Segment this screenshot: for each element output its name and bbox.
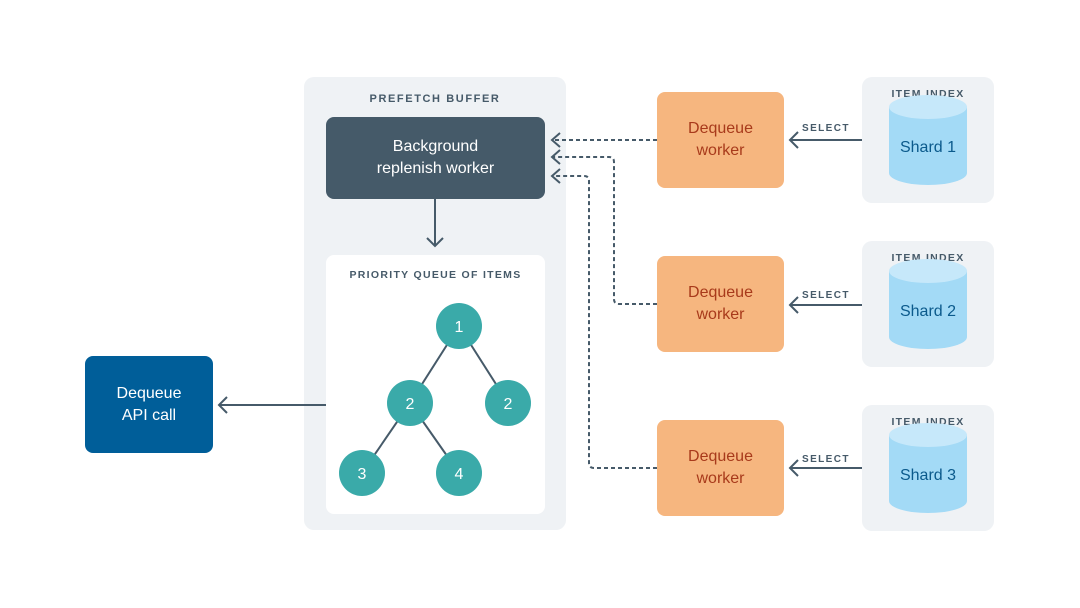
dequeue-worker-label: Dequeue worker [688, 448, 753, 487]
dequeue-worker-label: Dequeue worker [688, 284, 753, 323]
select-edge-label: SELECT [802, 454, 850, 465]
arrow-head-icon [788, 296, 799, 314]
worker-3-dashed-link [553, 175, 657, 469]
dequeue-worker-1: Dequeue worker [657, 92, 784, 188]
arrow-head-icon [217, 396, 228, 414]
background-replenish-worker-label: Background replenish worker [376, 138, 495, 177]
worker-2-dashed-link [553, 156, 657, 305]
priority-queue-title: PRIORITY QUEUE OF ITEMS [349, 269, 522, 281]
item-index-title: ITEM INDEX [891, 88, 965, 100]
priority-queue-card [326, 255, 545, 514]
dequeue-worker-3: Dequeue worker [657, 420, 784, 516]
item-index-title: ITEM INDEX [891, 416, 965, 428]
arrow-head-icon [788, 459, 799, 477]
dequeue-api-call-label: Dequeue API call [116, 384, 182, 424]
select-edge-label: SELECT [802, 290, 850, 301]
dequeue-worker-label: Dequeue worker [688, 120, 753, 159]
dequeue-api-call: Dequeue API call [85, 356, 213, 453]
prefetch-buffer-title: PREFETCH BUFFER [369, 93, 501, 105]
background-replenish-worker: Background replenish worker [326, 117, 545, 199]
dequeue-worker-2: Dequeue worker [657, 256, 784, 352]
arrow-head-icon [788, 131, 799, 149]
select-edge-label: SELECT [802, 123, 850, 134]
item-index-title: ITEM INDEX [891, 252, 965, 264]
